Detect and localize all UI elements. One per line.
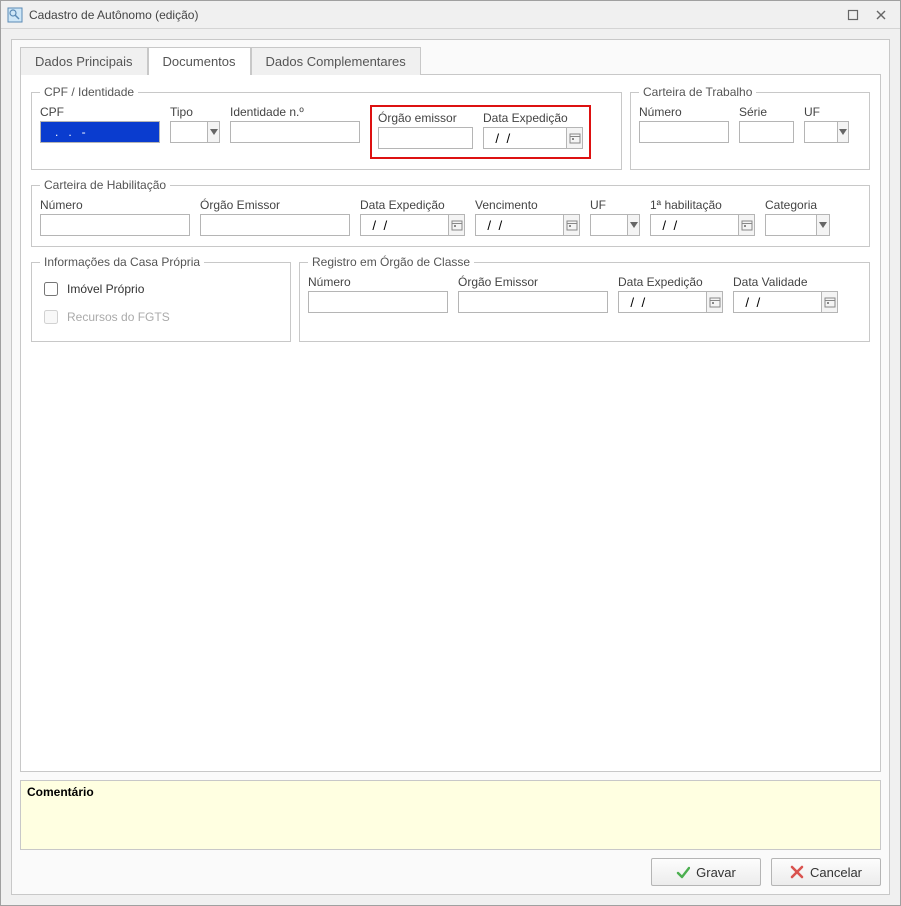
checkbox-recursos-fgts bbox=[44, 310, 58, 324]
date-expedicao-id[interactable] bbox=[483, 127, 583, 149]
button-row: Gravar Cancelar bbox=[20, 850, 881, 886]
highlight-orgao-data: Órgão emissor Data Expedição bbox=[370, 105, 591, 159]
combo-ct-uf[interactable] bbox=[804, 121, 849, 143]
cancelar-button[interactable]: Cancelar bbox=[771, 858, 881, 886]
comment-panel: Comentário bbox=[20, 780, 881, 850]
checkbox-imovel-proprio-row[interactable]: Imóvel Próprio bbox=[40, 275, 282, 303]
content-area: Dados Principais Documentos Dados Comple… bbox=[1, 29, 900, 905]
combo-ch-categoria-input[interactable] bbox=[765, 214, 816, 236]
checkbox-imovel-proprio[interactable] bbox=[44, 282, 58, 296]
group-carteira-habilitacao: Carteira de Habilitação Número Órgão Emi… bbox=[31, 178, 870, 247]
date-expedicao-id-input[interactable] bbox=[483, 127, 566, 149]
label-tipo: Tipo bbox=[170, 105, 220, 119]
legend-carteira-habilitacao: Carteira de Habilitação bbox=[40, 178, 170, 192]
date-rc-validade[interactable] bbox=[733, 291, 838, 313]
gravar-button[interactable]: Gravar bbox=[651, 858, 761, 886]
date-ch-primeira-input[interactable] bbox=[650, 214, 738, 236]
date-ch-vencimento-input[interactable] bbox=[475, 214, 563, 236]
calendar-icon[interactable] bbox=[738, 214, 755, 236]
label-ch-uf: UF bbox=[590, 198, 640, 212]
label-ch-categoria: Categoria bbox=[765, 198, 830, 212]
tab-panel-documentos: CPF / Identidade CPF Tipo bbox=[20, 74, 881, 772]
input-ch-numero[interactable] bbox=[40, 214, 190, 236]
label-imovel-proprio: Imóvel Próprio bbox=[67, 282, 144, 296]
legend-registro-classe: Registro em Órgão de Classe bbox=[308, 255, 474, 269]
chevron-down-icon[interactable] bbox=[816, 214, 830, 236]
tab-dados-complementares[interactable]: Dados Complementares bbox=[251, 47, 421, 75]
label-ch-vencimento: Vencimento bbox=[475, 198, 580, 212]
check-icon bbox=[676, 865, 690, 879]
group-casa-propria: Informações da Casa Própria Imóvel Própr… bbox=[31, 255, 291, 342]
legend-carteira-trabalho: Carteira de Trabalho bbox=[639, 85, 756, 99]
input-rc-orgao[interactable] bbox=[458, 291, 608, 313]
label-data-expedicao-id: Data Expedição bbox=[483, 111, 583, 125]
legend-casa-propria: Informações da Casa Própria bbox=[40, 255, 204, 269]
tab-documentos[interactable]: Documentos bbox=[148, 47, 251, 75]
chevron-down-icon[interactable] bbox=[627, 214, 640, 236]
date-rc-validade-input[interactable] bbox=[733, 291, 821, 313]
label-rc-data-val: Data Validade bbox=[733, 275, 838, 289]
date-ch-primeira[interactable] bbox=[650, 214, 755, 236]
input-ct-serie[interactable] bbox=[739, 121, 794, 143]
group-carteira-trabalho: Carteira de Trabalho Número Série bbox=[630, 85, 870, 170]
label-recursos-fgts: Recursos do FGTS bbox=[67, 310, 170, 324]
checkbox-recursos-fgts-row: Recursos do FGTS bbox=[40, 303, 282, 331]
label-identidade: Identidade n.º bbox=[230, 105, 360, 119]
combo-ch-categoria[interactable] bbox=[765, 214, 830, 236]
input-rc-numero[interactable] bbox=[308, 291, 448, 313]
restore-button[interactable] bbox=[840, 5, 866, 25]
input-cpf[interactable] bbox=[40, 121, 160, 143]
label-cpf: CPF bbox=[40, 105, 160, 119]
calendar-icon[interactable] bbox=[563, 214, 580, 236]
combo-ch-uf-input[interactable] bbox=[590, 214, 627, 236]
cancelar-label: Cancelar bbox=[810, 865, 862, 880]
date-rc-expedicao-input[interactable] bbox=[618, 291, 706, 313]
tabstrip: Dados Principais Documentos Dados Comple… bbox=[20, 47, 881, 75]
titlebar: Cadastro de Autônomo (edição) bbox=[1, 1, 900, 29]
label-rc-data-exp: Data Expedição bbox=[618, 275, 723, 289]
gravar-label: Gravar bbox=[696, 865, 736, 880]
group-cpf-identidade: CPF / Identidade CPF Tipo bbox=[31, 85, 622, 170]
tab-dados-principais[interactable]: Dados Principais bbox=[20, 47, 148, 75]
label-ch-numero: Número bbox=[40, 198, 190, 212]
close-icon bbox=[790, 865, 804, 879]
legend-cpf-identidade: CPF / Identidade bbox=[40, 85, 138, 99]
outer-panel: Dados Principais Documentos Dados Comple… bbox=[11, 39, 890, 895]
chevron-down-icon[interactable] bbox=[837, 121, 849, 143]
window-title: Cadastro de Autônomo (edição) bbox=[29, 8, 838, 22]
calendar-icon[interactable] bbox=[566, 127, 583, 149]
label-rc-orgao: Órgão Emissor bbox=[458, 275, 608, 289]
label-orgao-emissor-id: Órgão emissor bbox=[378, 111, 473, 125]
chevron-down-icon[interactable] bbox=[207, 121, 220, 143]
date-ch-expedicao[interactable] bbox=[360, 214, 465, 236]
date-ch-expedicao-input[interactable] bbox=[360, 214, 448, 236]
date-rc-expedicao[interactable] bbox=[618, 291, 723, 313]
calendar-icon[interactable] bbox=[706, 291, 723, 313]
combo-tipo-input[interactable] bbox=[170, 121, 207, 143]
app-icon bbox=[7, 7, 23, 23]
combo-tipo[interactable] bbox=[170, 121, 220, 143]
calendar-icon[interactable] bbox=[821, 291, 838, 313]
input-orgao-emissor-id[interactable] bbox=[378, 127, 473, 149]
close-button[interactable] bbox=[868, 5, 894, 25]
label-ch-primeira: 1ª habilitação bbox=[650, 198, 755, 212]
combo-ct-uf-input[interactable] bbox=[804, 121, 837, 143]
label-ct-serie: Série bbox=[739, 105, 794, 119]
label-ct-uf: UF bbox=[804, 105, 849, 119]
comment-title: Comentário bbox=[27, 785, 874, 799]
label-ct-numero: Número bbox=[639, 105, 729, 119]
date-ch-vencimento[interactable] bbox=[475, 214, 580, 236]
group-registro-classe: Registro em Órgão de Classe Número Órgão… bbox=[299, 255, 870, 342]
input-ch-orgao[interactable] bbox=[200, 214, 350, 236]
input-ct-numero[interactable] bbox=[639, 121, 729, 143]
combo-ch-uf[interactable] bbox=[590, 214, 640, 236]
input-identidade[interactable] bbox=[230, 121, 360, 143]
label-ch-data-exp: Data Expedição bbox=[360, 198, 465, 212]
window-frame: Cadastro de Autônomo (edição) Dados Prin… bbox=[0, 0, 901, 906]
label-rc-numero: Número bbox=[308, 275, 448, 289]
calendar-icon[interactable] bbox=[448, 214, 465, 236]
label-ch-orgao: Órgão Emissor bbox=[200, 198, 350, 212]
